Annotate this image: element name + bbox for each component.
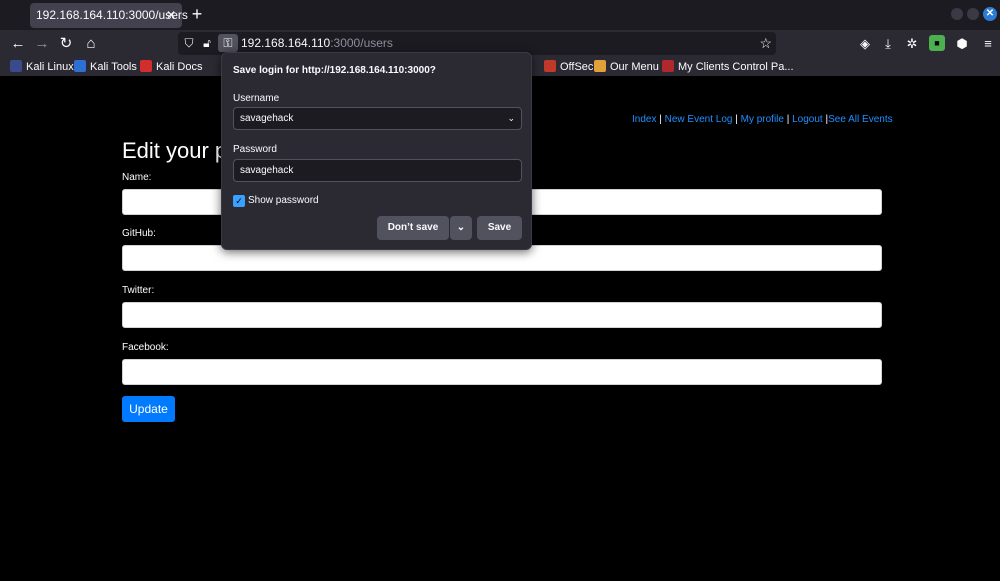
nav-my-profile-link[interactable]: My profile — [741, 114, 784, 125]
pocket-icon[interactable]: ◈ — [856, 35, 874, 53]
username-value: savagehack — [240, 113, 294, 124]
kali-tools-icon — [74, 60, 86, 72]
new-tab-button[interactable]: + — [188, 4, 206, 24]
reload-icon[interactable]: ↻ — [56, 34, 76, 54]
name-label: Name: — [122, 172, 152, 183]
kali-docs-icon — [140, 60, 152, 72]
extensions-icon[interactable]: ✲ — [903, 35, 921, 53]
menu-cloud-icon — [594, 60, 606, 72]
url-path: :3000/users — [330, 36, 393, 50]
bookmark-my-clients[interactable]: My Clients Control Pa... — [662, 58, 794, 76]
nav-separator: | — [656, 114, 665, 125]
bookmark-star-icon[interactable]: ☆ — [759, 34, 772, 52]
nav-separator: | — [732, 114, 741, 125]
save-login-popup: Save login for http://192.168.164.110:30… — [221, 52, 532, 250]
bookmark-kali-linux[interactable]: Kali Linux — [10, 58, 74, 76]
home-icon[interactable]: ⌂ — [81, 34, 101, 54]
password-value: savagehack — [240, 165, 294, 176]
twitter-label: Twitter: — [122, 285, 155, 296]
clients-icon — [662, 60, 674, 72]
update-button[interactable]: Update — [122, 396, 175, 422]
nav-logout-link[interactable]: Logout — [792, 114, 823, 125]
window-close-button[interactable]: ✕ — [983, 7, 997, 21]
facebook-field[interactable] — [122, 359, 882, 385]
bookmark-kali-tools[interactable]: Kali Tools — [74, 58, 137, 76]
minimize-button[interactable] — [951, 8, 963, 20]
bookmark-label: Kali Linux — [26, 61, 74, 73]
downloads-icon[interactable]: ⤓ — [879, 35, 897, 53]
nav-index-link[interactable]: Index — [632, 114, 656, 125]
password-label: Password — [233, 144, 277, 155]
facebook-label: Facebook: — [122, 342, 169, 353]
top-nav: Index | New Event Log | My profile | Log… — [632, 114, 893, 125]
key-icon[interactable]: ⚿ — [218, 34, 238, 52]
tab-bar: 192.168.164.110:3000/users ✕ + ✕ — [0, 0, 1000, 30]
bookmark-label: Kali Docs — [156, 61, 203, 73]
lock-icon[interactable]: 🔓︎ — [198, 34, 216, 52]
twitter-field[interactable] — [122, 302, 882, 328]
github-label: GitHub: — [122, 228, 156, 239]
bookmark-label: My Clients Control Pa... — [678, 61, 794, 73]
addon-icon[interactable]: ⬢ — [953, 35, 971, 53]
browser-tab[interactable]: 192.168.164.110:3000/users ✕ — [30, 3, 188, 28]
bookmark-label: Our Menu — [610, 61, 659, 73]
username-label: Username — [233, 93, 280, 104]
maximize-button[interactable] — [967, 8, 979, 20]
chevron-down-icon: ⌄ — [456, 222, 466, 233]
shield-icon[interactable]: ⛉ — [180, 34, 198, 52]
nav-separator: | — [783, 114, 793, 125]
popup-title: Save login for http://192.168.164.110:30… — [233, 65, 436, 76]
bookmark-kali-docs[interactable]: Kali Docs — [140, 58, 202, 76]
show-password-checkbox[interactable]: ✓ — [233, 195, 245, 207]
bookmark-label: OffSec — [560, 61, 594, 73]
close-tab-icon[interactable]: ✕ — [166, 3, 176, 28]
extension-badge-icon[interactable]: ■ — [929, 35, 945, 51]
kali-dragon-icon — [10, 60, 22, 72]
nav-see-all-events-link[interactable]: See All Events — [828, 114, 892, 125]
dont-save-menu-button[interactable]: ⌄ — [450, 216, 472, 240]
url-text[interactable]: 192.168.164.110:3000/users — [241, 35, 393, 52]
menu-icon[interactable]: ≡ — [979, 35, 997, 53]
forward-icon[interactable]: → — [32, 34, 52, 54]
offsec-icon — [544, 60, 556, 72]
bookmark-label: Kali Tools — [90, 61, 137, 73]
bookmark-our-menu[interactable]: Our Menu — [594, 58, 659, 76]
page-title: Edit your p — [122, 138, 228, 163]
dont-save-button[interactable]: Don’t save — [377, 216, 449, 240]
url-host: 192.168.164.110 — [241, 36, 331, 50]
save-button[interactable]: Save — [477, 216, 522, 240]
show-password-label[interactable]: Show password — [248, 195, 319, 206]
bookmark-offsec[interactable]: OffSec — [544, 58, 593, 76]
chevron-down-icon[interactable]: ⌄ — [507, 108, 515, 129]
username-field[interactable]: savagehack ⌄ — [233, 107, 522, 130]
password-field[interactable]: savagehack — [233, 159, 522, 182]
back-icon[interactable]: ← — [8, 34, 28, 54]
nav-new-event-log-link[interactable]: New Event Log — [665, 114, 733, 125]
